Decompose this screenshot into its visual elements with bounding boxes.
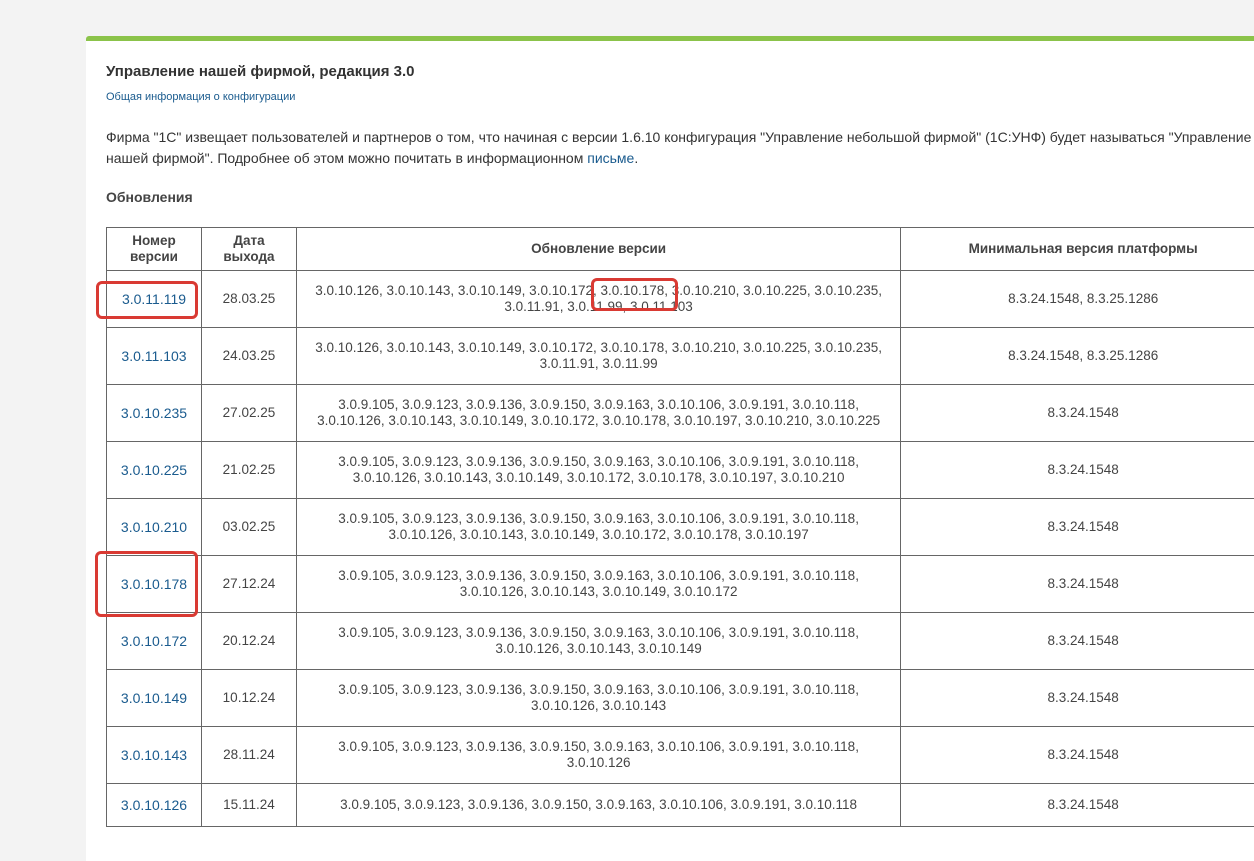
version-cell: 3.0.10.235 — [107, 385, 202, 442]
header-version: Номер версии — [107, 228, 202, 271]
update-versions-line-1: 3.0.10.126, 3.0.10.143, 3.0.10.149, 3.0.… — [315, 340, 882, 355]
version-cell: 3.0.10.143 — [107, 727, 202, 784]
min-platform: 8.3.24.1548 — [901, 499, 1254, 556]
min-platform: 8.3.24.1548 — [901, 556, 1254, 613]
version-link[interactable]: 3.0.10.143 — [121, 747, 187, 763]
release-date: 21.02.25 — [201, 442, 296, 499]
version-link[interactable]: 3.0.11.103 — [121, 348, 186, 364]
config-info-link[interactable]: Общая информация о конфигурации — [106, 91, 295, 103]
update-versions-line-2: 3.0.10.126, 3.0.10.143, 3.0.10.149, 3.0.… — [460, 584, 738, 599]
table-row: 3.0.10.126 15.11.24 3.0.9.105, 3.0.9.123, … — [107, 784, 1254, 827]
release-date: 03.02.25 — [201, 499, 296, 556]
table-row: 3.0.11.103 24.03.25 3.0.10.126, 3.0.10.143… — [107, 328, 1254, 385]
table-row: 3.0.10.17827.12.243.0.9.105, 3.0.9.123, … — [107, 556, 1254, 613]
release-date: 27.02.25 — [201, 385, 296, 442]
update-versions-line-2: 3.0.10.126, 3.0.10.143, 3.0.10.149, 3.0.… — [353, 470, 845, 485]
header-date: Дата выхода — [201, 228, 296, 271]
description-line-2: нашей фирмой". Подробнее об этом можно п… — [106, 150, 587, 166]
letter-link[interactable]: письме — [587, 150, 634, 166]
update-versions: 3.0.9.105, 3.0.9.123, 3.0.9.136, 3.0.9.1… — [296, 613, 900, 670]
description-line-1: Фирма "1С" извещает пользователей и парт… — [106, 129, 1251, 145]
update-versions-line-2: 3.0.11.91, 3.0.11.99 — [540, 356, 658, 371]
version-link[interactable]: 3.0.10.126 — [121, 797, 187, 813]
table-row: 3.0.10.172 20.12.24 3.0.9.105, 3.0.9.123, … — [107, 613, 1254, 670]
update-versions: 3.0.9.105, 3.0.9.123, 3.0.9.136, 3.0.9.1… — [296, 385, 900, 442]
version-cell: 3.0.11.103 — [107, 328, 202, 385]
description-end: . — [634, 150, 638, 166]
update-versions-line-1: 3.0.9.105, 3.0.9.123, 3.0.9.136, 3.0.9.1… — [338, 511, 859, 526]
table-row: 3.0.10.149 10.12.24 3.0.9.105, 3.0.9.123, … — [107, 670, 1254, 727]
update-versions-line-2: 3.0.10.126, 3.0.10.143, 3.0.10.149, 3.0.… — [317, 413, 880, 428]
highlight-version-3-0-11-119 — [96, 281, 198, 319]
highlight-update-3-0-10-178 — [591, 278, 678, 311]
update-versions: 3.0.9.105, 3.0.9.123, 3.0.9.136, 3.0.9.1… — [296, 670, 900, 727]
version-link[interactable]: 3.0.10.172 — [121, 633, 187, 649]
update-versions: 3.0.10.126, 3.0.10.143, 3.0.10.149, 3.0.… — [296, 328, 900, 385]
version-cell: 3.0.10.149 — [107, 670, 202, 727]
release-date: 28.03.25 — [201, 271, 296, 328]
version-link[interactable]: 3.0.10.149 — [121, 690, 187, 706]
release-date: 28.11.24 — [201, 727, 296, 784]
description: Фирма "1С" извещает пользователей и парт… — [106, 127, 1254, 169]
min-platform: 8.3.24.1548 — [901, 613, 1254, 670]
min-platform: 8.3.24.1548, 8.3.25.1286 — [901, 271, 1254, 328]
min-platform: 8.3.24.1548 — [901, 784, 1254, 827]
min-platform: 8.3.24.1548 — [901, 442, 1254, 499]
update-versions: 3.0.9.105, 3.0.9.123, 3.0.9.136, 3.0.9.1… — [296, 727, 900, 784]
updates-heading: Обновления — [106, 189, 193, 205]
header-update: Обновление версии — [296, 228, 900, 271]
content-panel: Управление нашей фирмой, редакция 3.0 Об… — [86, 36, 1254, 861]
highlight-version-3-0-10-178 — [95, 551, 198, 617]
update-versions: 3.0.9.105, 3.0.9.123, 3.0.9.136, 3.0.9.1… — [296, 442, 900, 499]
update-versions-line-2: 3.0.10.126 — [567, 755, 631, 770]
update-versions-line-1: 3.0.9.105, 3.0.9.123, 3.0.9.136, 3.0.9.1… — [340, 797, 857, 812]
release-date: 20.12.24 — [201, 613, 296, 670]
min-platform: 8.3.24.1548 — [901, 727, 1254, 784]
version-cell: 3.0.10.210 — [107, 499, 202, 556]
update-versions-line-1: 3.0.9.105, 3.0.9.123, 3.0.9.136, 3.0.9.1… — [338, 454, 859, 469]
release-date: 10.12.24 — [201, 670, 296, 727]
update-versions-line-1: 3.0.9.105, 3.0.9.123, 3.0.9.136, 3.0.9.1… — [338, 568, 859, 583]
update-versions: 3.0.9.105, 3.0.9.123, 3.0.9.136, 3.0.9.1… — [296, 499, 900, 556]
updates-table: Номер версии Дата выхода Обновление верс… — [106, 227, 1254, 827]
table-row: 3.0.10.225 21.02.25 3.0.9.105, 3.0.9.123, … — [107, 442, 1254, 499]
update-versions-line-2: 3.0.10.126, 3.0.10.143 — [531, 698, 666, 713]
update-versions-line-2: 3.0.10.126, 3.0.10.143, 3.0.10.149 — [495, 641, 701, 656]
update-versions: 3.0.9.105, 3.0.9.123, 3.0.9.136, 3.0.9.1… — [296, 784, 900, 827]
version-link[interactable]: 3.0.10.235 — [121, 405, 187, 421]
version-cell: 3.0.10.172 — [107, 613, 202, 670]
table-row: 3.0.10.235 27.02.25 3.0.9.105, 3.0.9.123, … — [107, 385, 1254, 442]
min-platform: 8.3.24.1548 — [901, 670, 1254, 727]
update-versions-line-1: 3.0.9.105, 3.0.9.123, 3.0.9.136, 3.0.9.1… — [338, 739, 859, 754]
version-cell: 3.0.10.225 — [107, 442, 202, 499]
header-platform: Минимальная версия платформы — [901, 228, 1254, 271]
update-versions-line-1: 3.0.9.105, 3.0.9.123, 3.0.9.136, 3.0.9.1… — [338, 625, 859, 640]
table-row: 3.0.11.11928.03.253.0.10.126, 3.0.10.143… — [107, 271, 1254, 328]
min-platform: 8.3.24.1548, 8.3.25.1286 — [901, 328, 1254, 385]
release-date: 24.03.25 — [201, 328, 296, 385]
version-link[interactable]: 3.0.10.210 — [121, 519, 187, 535]
table-header-row: Номер версии Дата выхода Обновление верс… — [107, 228, 1254, 271]
update-versions-line-1: 3.0.9.105, 3.0.9.123, 3.0.9.136, 3.0.9.1… — [338, 397, 859, 412]
update-versions-line-2: 3.0.10.126, 3.0.10.143, 3.0.10.149, 3.0.… — [388, 527, 808, 542]
update-versions-line-1: 3.0.9.105, 3.0.9.123, 3.0.9.136, 3.0.9.1… — [338, 682, 859, 697]
update-versions: 3.0.9.105, 3.0.9.123, 3.0.9.136, 3.0.9.1… — [296, 556, 900, 613]
min-platform: 8.3.24.1548 — [901, 385, 1254, 442]
table-row: 3.0.10.143 28.11.24 3.0.9.105, 3.0.9.123, … — [107, 727, 1254, 784]
version-cell: 3.0.10.126 — [107, 784, 202, 827]
version-link[interactable]: 3.0.10.225 — [121, 462, 187, 478]
table-row: 3.0.10.210 03.02.25 3.0.9.105, 3.0.9.123, … — [107, 499, 1254, 556]
release-date: 15.11.24 — [201, 784, 296, 827]
release-date: 27.12.24 — [201, 556, 296, 613]
page-title: Управление нашей фирмой, редакция 3.0 — [106, 63, 414, 80]
